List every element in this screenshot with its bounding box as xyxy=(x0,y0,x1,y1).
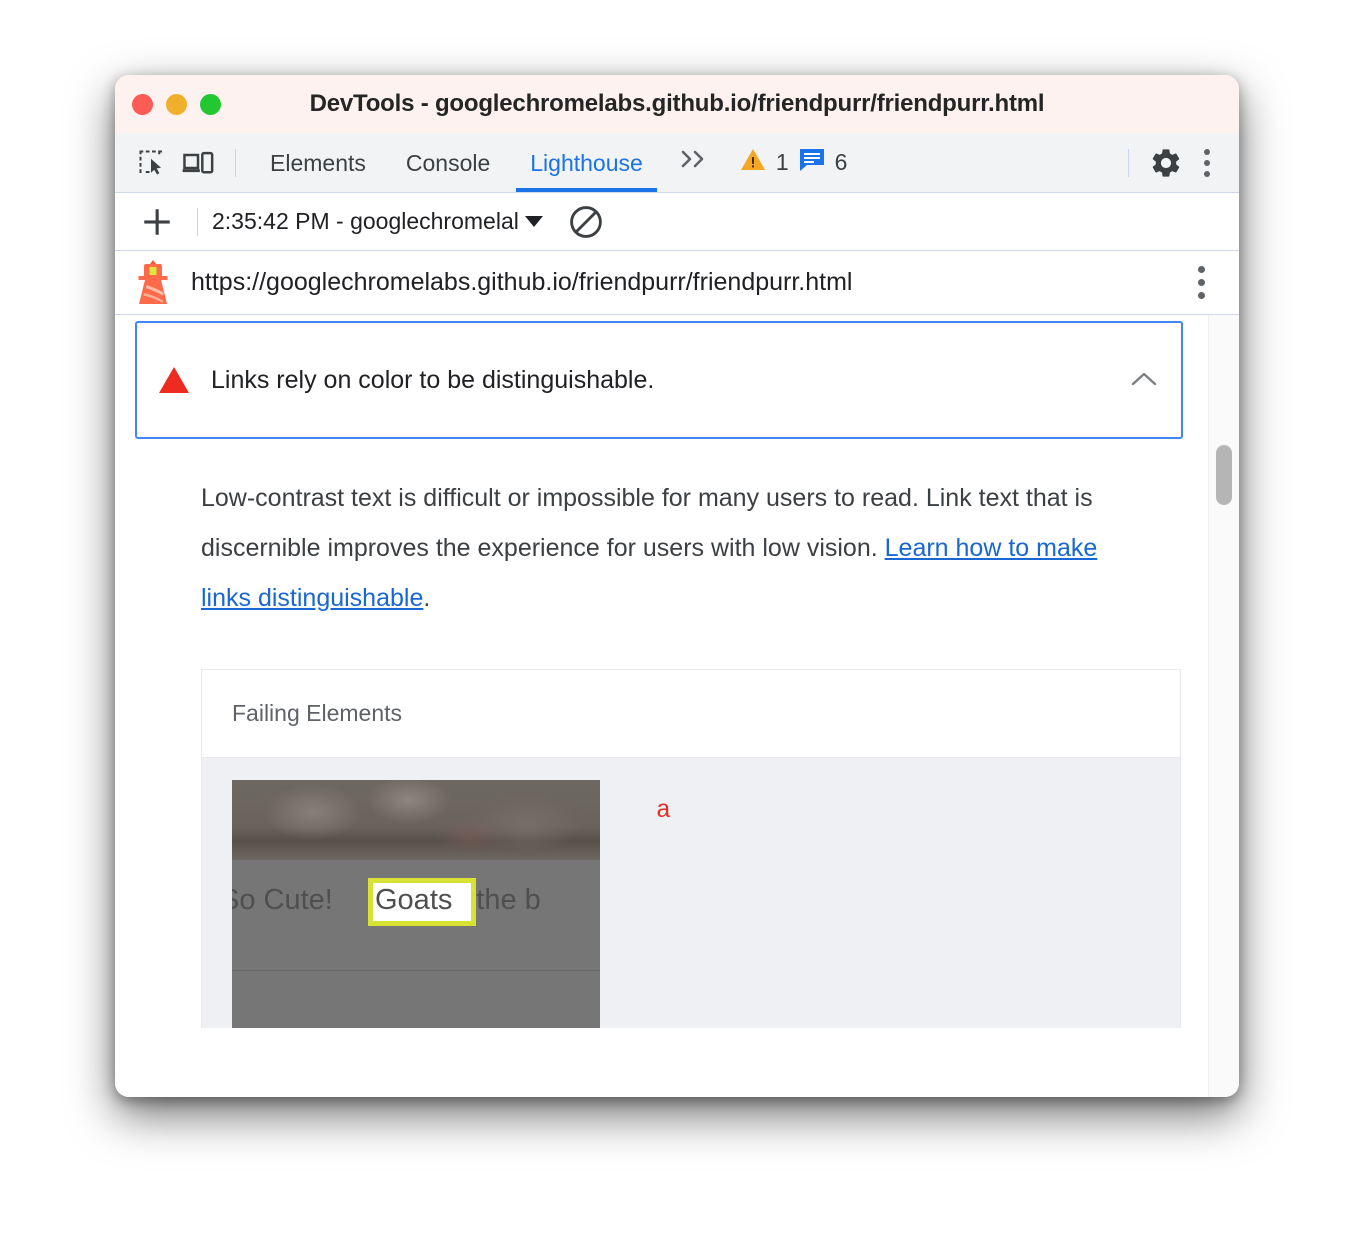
lighthouse-logo-icon xyxy=(133,259,173,307)
kebab-dot xyxy=(1197,266,1205,273)
vertical-scrollbar[interactable] xyxy=(1208,315,1239,1097)
warning-count: 1 xyxy=(775,149,789,175)
warning-triangle-icon xyxy=(739,147,767,178)
new-report-button[interactable] xyxy=(131,200,183,244)
audit-description: Low-contrast text is difficult or imposs… xyxy=(201,473,1127,623)
report-menu-icon[interactable] xyxy=(1181,259,1221,307)
kebab-dot xyxy=(1204,170,1210,177)
toolbar-divider-right xyxy=(1128,148,1129,177)
audit-description-period: . xyxy=(423,584,431,612)
kebab-menu-icon[interactable] xyxy=(1189,141,1225,185)
close-button[interactable] xyxy=(132,93,153,115)
warning-counter[interactable]: 1 xyxy=(739,147,789,178)
message-counter[interactable]: 6 xyxy=(799,147,848,178)
report-selector-dropdown[interactable]: 2:35:42 PM - googlechromelal xyxy=(212,208,543,235)
node-selector[interactable]: a xyxy=(600,780,671,1028)
chevron-up-icon[interactable] xyxy=(1129,365,1159,395)
message-count: 6 xyxy=(834,149,848,175)
table-header-row: Failing Elements xyxy=(202,670,1180,758)
kebab-dot xyxy=(1197,292,1205,299)
report-selector-label: 2:35:42 PM - googlechromelal xyxy=(212,208,519,234)
tab-console[interactable]: Console xyxy=(386,134,510,192)
scrollbar-thumb[interactable] xyxy=(1216,445,1232,505)
thumbnail-photo-area xyxy=(232,780,600,860)
thumbnail-divider xyxy=(232,970,600,971)
window-titlebar: DevTools - googlechromelabs.github.io/fr… xyxy=(115,75,1239,133)
lh-toolbar-divider xyxy=(197,207,198,236)
lighthouse-report-toolbar: 2:35:42 PM - googlechromelal xyxy=(115,193,1239,251)
toolbar-right-group xyxy=(1114,141,1225,185)
clear-all-icon[interactable] xyxy=(561,200,611,244)
kebab-dot xyxy=(1197,279,1205,286)
message-bubble-icon xyxy=(799,147,826,178)
device-toolbar-icon[interactable] xyxy=(175,141,221,185)
kebab-dot xyxy=(1204,148,1210,155)
devtools-window: DevTools - googlechromelabs.github.io/fr… xyxy=(115,75,1239,1097)
maximize-button[interactable] xyxy=(200,93,221,115)
window-title: DevTools - googlechromelabs.github.io/fr… xyxy=(309,90,1045,117)
inspect-element-icon[interactable] xyxy=(129,141,175,185)
kebab-dot xyxy=(1204,159,1210,166)
report-url: https://googlechromelabs.github.io/frien… xyxy=(191,268,853,296)
report-url-bar: https://googlechromelabs.github.io/frien… xyxy=(115,251,1239,315)
highlighted-element-text: Goats xyxy=(375,884,453,916)
more-tabs-icon[interactable] xyxy=(663,147,729,178)
element-screenshot-thumbnail[interactable]: So Cute! Goats are the b Goats xyxy=(232,780,600,1028)
gear-icon[interactable] xyxy=(1143,141,1189,185)
column-header-failing-elements: Failing Elements xyxy=(232,700,403,726)
audit-title: Links rely on color to be distinguishabl… xyxy=(211,365,655,394)
minimize-button[interactable] xyxy=(166,93,187,115)
screenshot-root: DevTools - googlechromelabs.github.io/fr… xyxy=(0,0,1352,1248)
devtools-toolbar: Elements Console Lighthouse 1 6 xyxy=(115,133,1239,193)
chevron-down-icon xyxy=(524,216,543,227)
failing-elements-table: Failing Elements So Cute! Goats are the … xyxy=(201,669,1181,1028)
report-scroll-area: Links rely on color to be distinguishabl… xyxy=(115,315,1203,1097)
tab-lighthouse[interactable]: Lighthouse xyxy=(510,134,663,192)
report-body: Links rely on color to be distinguishabl… xyxy=(115,315,1239,1097)
tab-elements[interactable]: Elements xyxy=(250,134,386,192)
fail-triangle-icon xyxy=(159,367,189,393)
toolbar-divider xyxy=(235,148,236,177)
audit-header[interactable]: Links rely on color to be distinguishabl… xyxy=(135,321,1183,439)
table-row[interactable]: So Cute! Goats are the b Goats a xyxy=(202,758,1180,1028)
traffic-lights xyxy=(132,93,221,115)
